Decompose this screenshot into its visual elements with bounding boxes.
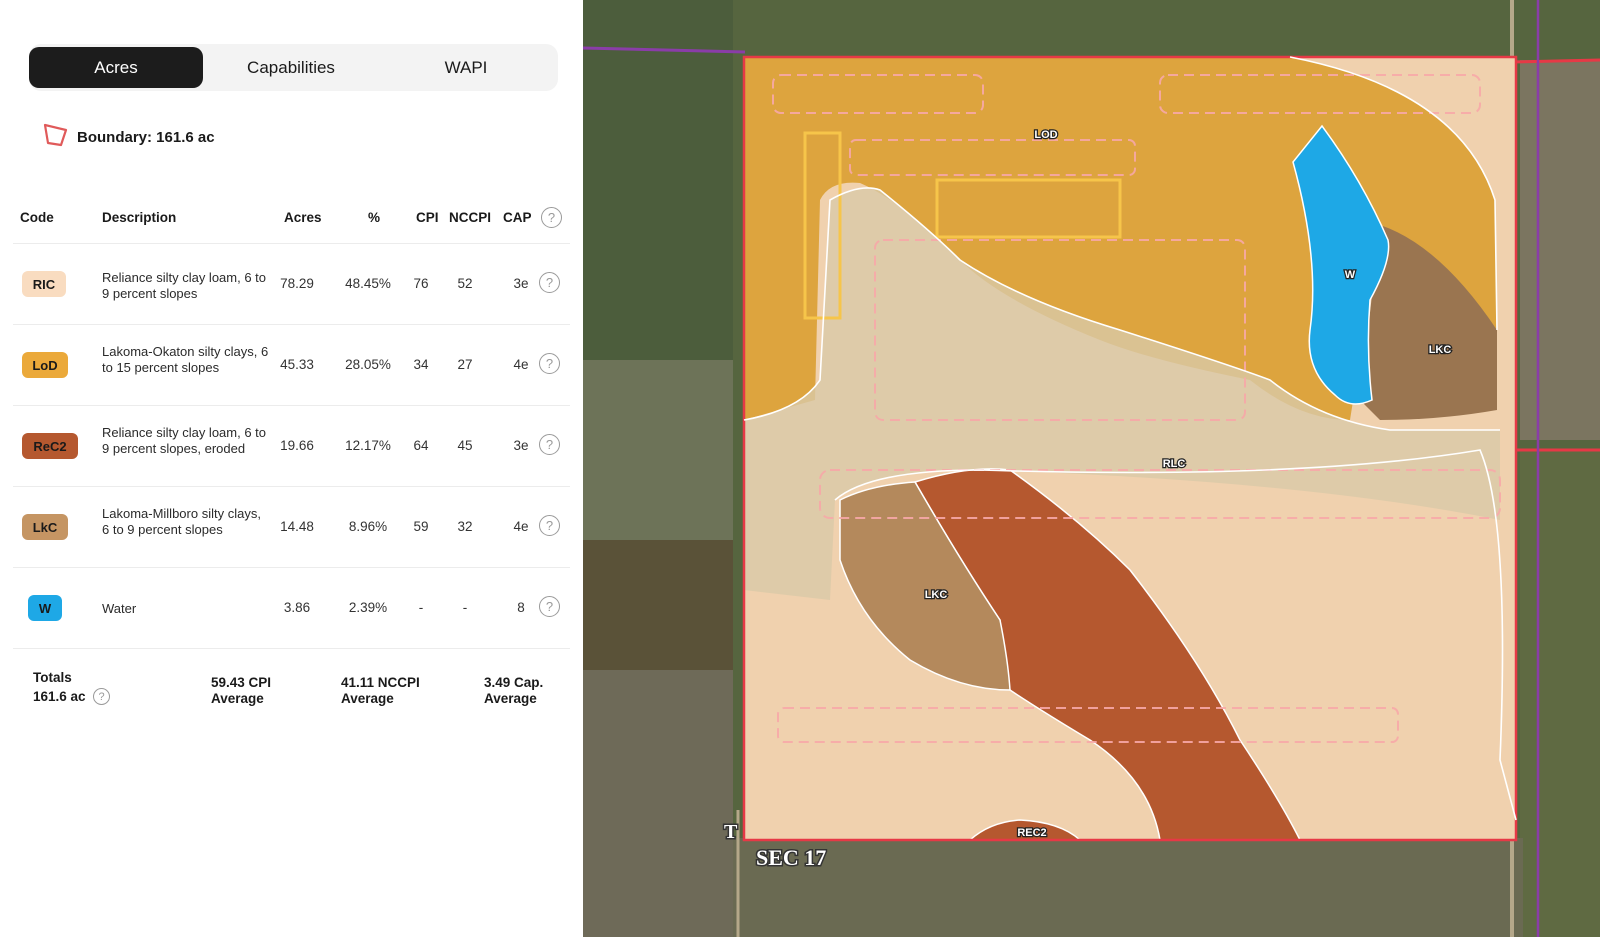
tab-wapi[interactable]: WAPI: [379, 47, 553, 88]
map-label-rec2: REC2: [1017, 827, 1046, 839]
nccpi-value: 52: [457, 276, 473, 291]
cap-value: 3e: [513, 438, 529, 453]
percent-value: 28.05%: [345, 357, 391, 372]
field-west-strip: [583, 540, 733, 670]
soil-description: Lakoma-Millboro silty clays, 6 to 9 perc…: [102, 506, 261, 537]
table-row[interactable]: LoD Lakoma-Okaton silty clays, 6 to 15 p…: [13, 324, 570, 405]
col-header-code: Code: [20, 210, 54, 225]
percent-value: 8.96%: [348, 519, 388, 534]
nccpi-value: -: [462, 600, 468, 615]
col-header-nccpi: NCCPI: [449, 210, 492, 225]
nccpi-value: 32: [457, 519, 473, 534]
acres-value: 14.48: [280, 519, 314, 534]
cpi-value: 34: [413, 357, 429, 372]
polygon-boundary-icon: [42, 122, 70, 153]
col-header-acres: Acres: [284, 210, 322, 225]
tab-acres[interactable]: Acres: [29, 47, 203, 88]
soil-code-badge: LoD: [22, 352, 68, 378]
acres-value: 19.66: [280, 438, 314, 453]
help-icon[interactable]: ?: [539, 272, 560, 293]
cpi-average: 59.43 CPI: [211, 675, 272, 690]
acres-value: 78.29: [280, 276, 314, 291]
cpi-value: -: [418, 600, 424, 615]
field-west-top: [583, 0, 733, 360]
cpi-average-label: Average: [211, 691, 264, 706]
percent-value: 12.17%: [345, 438, 391, 453]
col-header-description: Description: [102, 210, 177, 225]
cap-value: 3e: [513, 276, 529, 291]
township-label: T: [724, 821, 738, 843]
map-label-rlc: RLC: [1163, 458, 1186, 470]
help-icon[interactable]: ?: [539, 353, 560, 374]
field-east-top: [1520, 60, 1600, 440]
help-icon[interactable]: ?: [541, 207, 562, 228]
col-header-cpi: CPI: [416, 210, 439, 225]
boundary-summary: Boundary: 161.6 ac: [42, 122, 215, 153]
table-row[interactable]: W Water 3.86 2.39% - - 8 ?: [13, 567, 570, 648]
tab-bar: Acres Capabilities WAPI: [29, 44, 558, 91]
help-icon[interactable]: ?: [539, 434, 560, 455]
table-row[interactable]: ReC2 Reliance silty clay loam, 6 to 9 pe…: [13, 405, 570, 486]
soil-code-badge: RIC: [22, 271, 66, 297]
acres-value: 45.33: [280, 357, 314, 372]
cpi-value: 64: [413, 438, 429, 453]
cap-average: 3.49 Cap.: [484, 675, 544, 690]
cpi-value: 59: [413, 519, 429, 534]
percent-value: 48.45%: [345, 276, 391, 291]
soil-map[interactable]: LOD W LKC RLC LKC REC2 SEC 17 T: [583, 0, 1600, 937]
soil-code-badge: W: [28, 595, 62, 621]
soil-description: Reliance silty clay loam, 6 to 9 percent…: [102, 425, 267, 456]
field-east-bottom: [1520, 450, 1600, 937]
nccpi-average-label: Average: [341, 691, 394, 706]
field-west-mid: [583, 360, 733, 540]
soil-code-badge: ReC2: [22, 433, 78, 459]
soil-description: Lakoma-Okaton silty clays, 6 to 15 perce…: [102, 344, 269, 375]
help-icon[interactable]: ?: [93, 688, 110, 705]
cap-average-label: Average: [484, 691, 537, 706]
nccpi-value: 27: [457, 357, 473, 372]
help-icon[interactable]: ?: [539, 515, 560, 536]
field-west-bottom: [583, 670, 733, 937]
cap-value: 4e: [513, 357, 529, 372]
col-header-percent: %: [368, 210, 381, 225]
cap-value: 4e: [513, 519, 529, 534]
nccpi-average: 41.11 NCCPI: [341, 675, 420, 690]
cap-value: 8: [517, 600, 525, 615]
soil-panel: Acres Capabilities WAPI Boundary: 161.6 …: [0, 0, 583, 937]
map-label-water: W: [1345, 269, 1356, 281]
map-label-lkc-west: LKC: [925, 589, 948, 601]
soil-code-badge: LkC: [22, 514, 68, 540]
totals-label: Totals: [33, 670, 72, 685]
field-south: [733, 838, 1523, 937]
cpi-value: 76: [413, 276, 429, 291]
table-row[interactable]: LkC Lakoma-Millboro silty clays, 6 to 9 …: [13, 486, 570, 567]
acres-value: 3.86: [283, 600, 311, 615]
map-label-lod: LOD: [1034, 129, 1057, 141]
help-icon[interactable]: ?: [539, 596, 560, 617]
percent-value: 2.39%: [348, 600, 388, 615]
boundary-label: Boundary: 161.6 ac: [77, 129, 215, 146]
col-header-cap: CAP: [503, 210, 532, 225]
totals-acres: 161.6 ac: [33, 689, 86, 704]
tab-capabilities[interactable]: Capabilities: [204, 47, 378, 88]
soil-description: Reliance silty clay loam, 6 to 9 percent…: [102, 270, 267, 301]
nccpi-value: 45: [457, 438, 473, 453]
table-row[interactable]: RIC Reliance silty clay loam, 6 to 9 per…: [13, 243, 570, 324]
map-label-lkc-east: LKC: [1429, 344, 1452, 356]
soil-description: Water: [102, 601, 137, 616]
section-label: SEC 17: [756, 845, 826, 870]
totals-row: Totals 161.6 ac ? 59.43 CPI Average 41.1…: [13, 648, 570, 710]
road-east-north: [1511, 58, 1600, 64]
